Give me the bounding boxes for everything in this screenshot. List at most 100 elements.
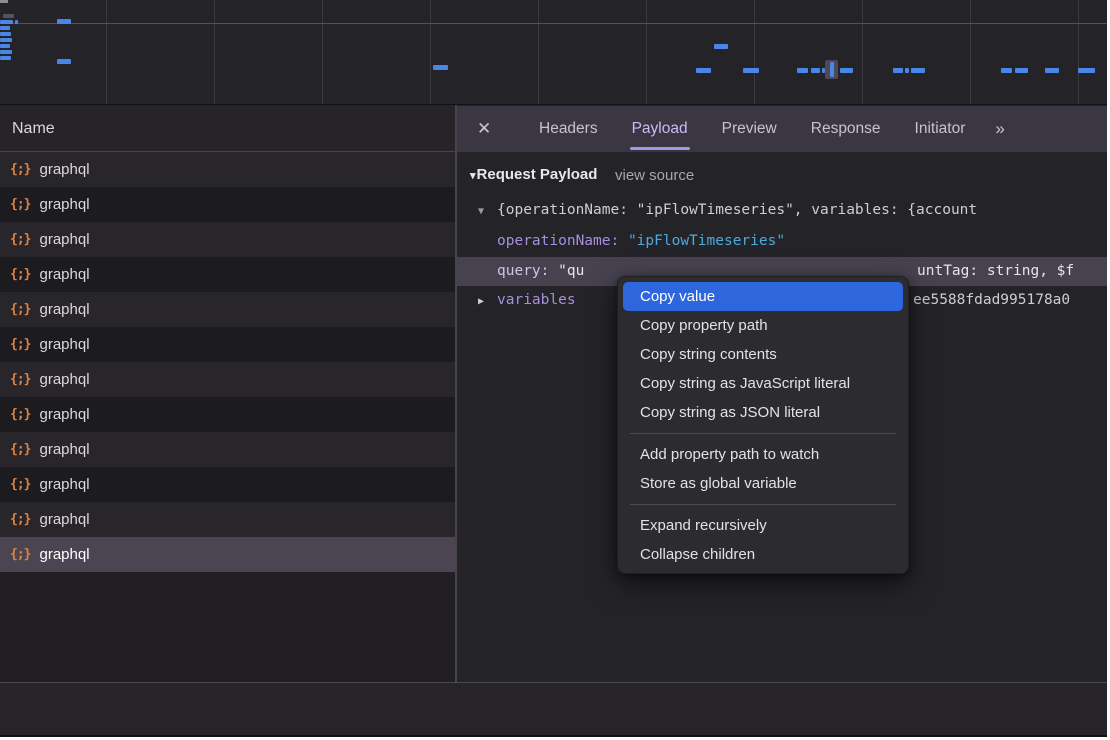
json-braces-icon: {;} <box>10 512 30 527</box>
json-braces-icon: {;} <box>10 162 30 177</box>
json-braces-icon: {;} <box>10 197 30 212</box>
timeline-gridline <box>1078 0 1079 105</box>
network-request-list: Name {;}graphql{;}graphql{;}graphql{;}gr… <box>0 106 455 682</box>
request-timing-bar <box>15 20 18 24</box>
timeline-gridline <box>646 0 647 105</box>
request-name-label: graphql <box>39 371 89 388</box>
request-name-label: graphql <box>39 231 89 248</box>
request-name-label: graphql <box>39 441 89 458</box>
section-title: Request Payload <box>477 166 598 183</box>
network-request-row[interactable]: {;} graphql <box>0 432 455 467</box>
request-timing-bar <box>1078 68 1095 73</box>
context-menu-item-add-property-path-to-watch[interactable]: Add property path to watch <box>623 440 903 469</box>
json-braces-icon: {;} <box>10 407 30 422</box>
expand-triangle-icon[interactable]: ▼ <box>478 197 484 225</box>
payload-row-operationName[interactable]: operationName: "ipFlowTimeseries" <box>457 227 1107 256</box>
network-request-row[interactable]: {;}graphql <box>0 327 455 362</box>
request-timing-bar <box>0 50 12 54</box>
request-timing-bar <box>905 68 909 73</box>
request-timing-bar <box>57 19 71 24</box>
payload-root-row[interactable]: ▼ {operationName: "ipFlowTimeseries", va… <box>457 196 1107 225</box>
network-request-row[interactable]: {;}graphql <box>0 257 455 292</box>
menu-separator <box>630 433 896 434</box>
timeline-gridline <box>754 0 755 105</box>
json-braces-icon: {;} <box>10 442 30 457</box>
timeline-gridline <box>214 0 215 105</box>
request-timing-bar <box>0 56 11 60</box>
property-value-end: untTag: string, $f <box>917 257 1074 286</box>
request-timing-bar <box>840 68 853 73</box>
footer-empty-area <box>0 683 1107 735</box>
timeline-gridline <box>430 0 431 105</box>
disclosure-triangle-icon: ▾ <box>470 170 476 182</box>
network-request-row[interactable]: {;}graphql <box>0 502 455 537</box>
detail-tabs: Headers Payload Preview Response Initiator <box>505 106 965 152</box>
context-menu-item-store-as-global-variable[interactable]: Store as global variable <box>623 469 903 498</box>
devtools-window: Name {;}graphql{;}graphql{;}graphql{;}gr… <box>0 0 1107 737</box>
context-menu-item-copy-string-contents[interactable]: Copy string contents <box>623 340 903 369</box>
collapsed-triangle-icon[interactable]: ▶ <box>478 287 484 315</box>
network-request-row[interactable]: {;}graphql <box>0 292 455 327</box>
network-request-row[interactable]: {;}graphql <box>0 187 455 222</box>
bottom-edge <box>0 735 1107 737</box>
tab-response[interactable]: Response <box>811 106 881 152</box>
request-timing-bar <box>797 68 808 73</box>
timeline-gridline <box>322 0 323 105</box>
request-payload-section-header[interactable]: ▾Request Payload <box>470 166 597 183</box>
json-braces-icon: {;} <box>10 372 30 387</box>
request-timing-bar <box>57 59 71 64</box>
view-source-link[interactable]: view source <box>615 167 694 184</box>
network-request-row[interactable]: {;}graphql <box>0 537 455 572</box>
timeline-horizontal-gridline <box>0 23 1107 24</box>
request-timing-bar <box>1015 68 1028 73</box>
tab-payload[interactable]: Payload <box>632 106 688 152</box>
request-timing-bar <box>911 68 925 73</box>
request-timing-bar <box>1045 68 1059 73</box>
timeline-gridline <box>862 0 863 105</box>
network-request-row[interactable]: {;}graphql <box>0 397 455 432</box>
json-braces-icon: {;} <box>10 547 30 562</box>
network-rows: {;} graphql {;} graphql {;} graphql {;} graphql… <box>0 152 455 572</box>
context-menu-item-copy-string-as-json-literal[interactable]: Copy string as JSON literal <box>623 398 903 427</box>
property-key: operationName: <box>497 233 619 249</box>
json-braces-icon: {;} <box>10 337 30 352</box>
request-timing-bar <box>433 65 448 70</box>
request-timing-bar <box>0 32 11 36</box>
network-request-row[interactable]: {;} graphql <box>0 362 455 397</box>
request-name-label: graphql <box>39 266 89 283</box>
more-tabs-icon[interactable]: » <box>995 119 1002 139</box>
request-timing-bar <box>714 44 728 49</box>
request-timing-bar <box>0 44 10 48</box>
json-braces-icon: {;} <box>10 232 30 247</box>
context-menu-item-copy-value[interactable]: Copy value <box>623 282 903 311</box>
request-name-label: graphql <box>39 161 89 178</box>
property-value-end: ee5588fdad995178a0 <box>913 286 1070 315</box>
column-header-name[interactable]: Name <box>0 106 455 152</box>
timeline-gridline <box>538 0 539 105</box>
request-timing-bar <box>811 68 820 73</box>
request-timing-bar <box>696 68 711 73</box>
context-menu-item-collapse-children[interactable]: Collapse children <box>623 540 903 569</box>
context-menu-item-copy-string-as-javascript-literal[interactable]: Copy string as JavaScript literal <box>623 369 903 398</box>
context-menu-item-expand-recursively[interactable]: Expand recursively <box>623 511 903 540</box>
property-value-start: "qu <box>558 263 584 279</box>
close-icon[interactable]: ✕ <box>477 119 505 139</box>
request-timing-bar <box>3 14 14 18</box>
network-overview-timeline[interactable] <box>0 0 1107 105</box>
network-request-row[interactable]: {;}graphql <box>0 467 455 502</box>
network-request-row[interactable]: {;} graphql <box>0 152 455 187</box>
property-key: query: <box>497 263 549 279</box>
timeline-gridline <box>106 0 107 105</box>
tab-initiator[interactable]: Initiator <box>915 106 966 152</box>
timeline-gridline <box>970 0 971 105</box>
tab-headers[interactable]: Headers <box>539 106 598 152</box>
tab-preview[interactable]: Preview <box>722 106 777 152</box>
property-key: variables <box>497 292 576 308</box>
json-braces-icon: {;} <box>10 477 30 492</box>
context-menu-item-copy-property-path[interactable]: Copy property path <box>623 311 903 340</box>
menu-separator <box>630 504 896 505</box>
request-timing-bar <box>1001 68 1012 73</box>
network-request-row[interactable]: {;} graphql <box>0 222 455 257</box>
request-name-label: graphql <box>39 301 89 318</box>
request-timing-bar <box>0 20 13 24</box>
